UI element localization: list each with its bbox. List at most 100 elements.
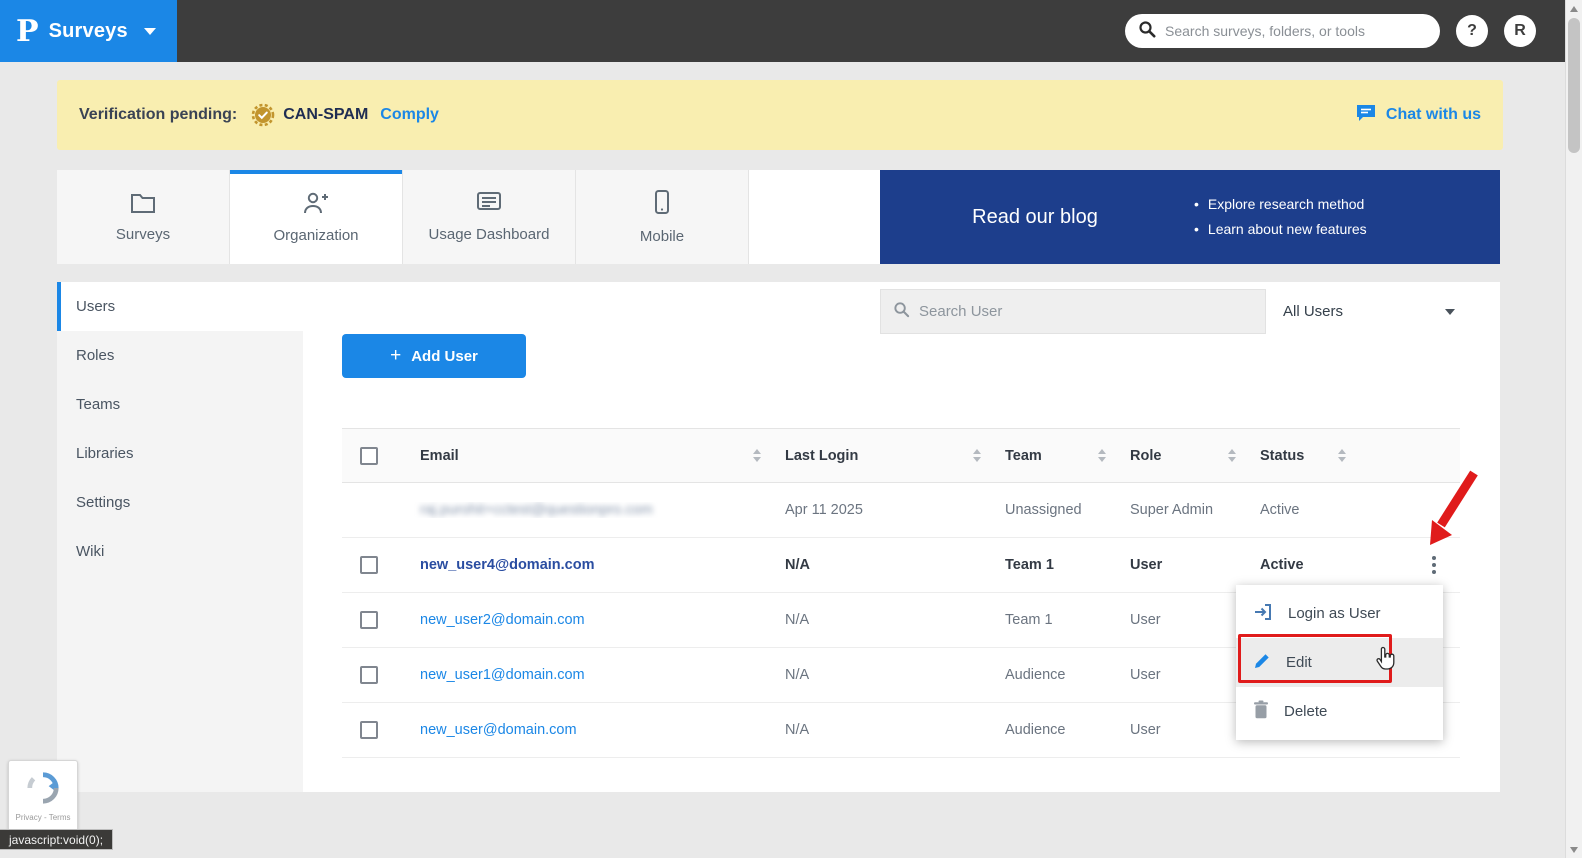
last-login-cell: N/A: [775, 557, 995, 573]
role-cell: User: [1120, 667, 1250, 683]
user-email-link[interactable]: new_user@domain.com: [420, 722, 577, 738]
sidebar-item-settings[interactable]: Settings: [57, 478, 303, 527]
menu-item-delete[interactable]: Delete: [1236, 687, 1443, 736]
product-switcher[interactable]: P Surveys: [0, 0, 177, 62]
blog-bullet: Learn about new features: [1194, 217, 1500, 242]
sidebar-item-teams[interactable]: Teams: [57, 380, 303, 429]
status-cell: Active: [1250, 502, 1360, 518]
chevron-down-icon: [1445, 309, 1455, 315]
column-header-role[interactable]: Role: [1120, 448, 1250, 464]
blog-title[interactable]: Read our blog: [880, 206, 1190, 229]
tab-label: Mobile: [640, 228, 684, 245]
dashboard-icon: [476, 191, 502, 217]
sidebar-item-libraries[interactable]: Libraries: [57, 429, 303, 478]
last-login-cell: Apr 11 2025: [775, 502, 995, 518]
sidebar-item-label: Libraries: [76, 445, 134, 462]
row-checkbox[interactable]: [360, 721, 378, 739]
select-all-checkbox[interactable]: [360, 447, 378, 465]
folder-icon: [130, 191, 156, 217]
tab-usage-dashboard[interactable]: Usage Dashboard: [403, 170, 576, 264]
last-login-cell: N/A: [775, 612, 995, 628]
column-header-email[interactable]: Email: [410, 448, 775, 464]
row-actions-kebab-icon[interactable]: [1428, 552, 1440, 578]
menu-item-label: Edit: [1286, 654, 1312, 671]
scroll-down-button[interactable]: [1566, 841, 1582, 858]
column-header-team[interactable]: Team: [995, 448, 1120, 464]
pencil-icon: [1253, 652, 1271, 674]
blog-bullet: Explore research method: [1194, 192, 1500, 217]
scroll-up-button[interactable]: [1566, 0, 1582, 17]
chat-with-us-button[interactable]: Chat with us: [1355, 103, 1481, 128]
help-button[interactable]: ?: [1456, 15, 1488, 47]
user-email-blurred[interactable]: raj.purohit+cctest@questionpro.com: [420, 502, 653, 518]
scrollbar-thumb[interactable]: [1568, 18, 1580, 153]
mobile-icon: [654, 190, 670, 219]
tab-surveys[interactable]: Surveys: [57, 170, 230, 264]
user-email-link[interactable]: new_user4@domain.com: [420, 557, 595, 573]
vertical-scrollbar[interactable]: [1565, 0, 1582, 858]
column-label: Email: [420, 448, 459, 464]
sort-icon[interactable]: [1098, 449, 1106, 462]
role-cell: User: [1120, 557, 1250, 573]
product-name: Surveys: [49, 20, 128, 43]
global-search-input[interactable]: [1165, 23, 1427, 39]
verification-banner: Verification pending: CAN-SPAM Comply Ch…: [57, 80, 1503, 150]
row-checkbox[interactable]: [360, 666, 378, 684]
column-label: Team: [1005, 448, 1042, 464]
sidebar-item-label: Roles: [76, 347, 114, 364]
sort-icon[interactable]: [1338, 449, 1346, 462]
user-email-link[interactable]: new_user1@domain.com: [420, 667, 585, 683]
tab-mobile[interactable]: Mobile: [576, 170, 749, 264]
blog-promo-panel[interactable]: Read our blog Explore research method Le…: [880, 170, 1500, 264]
tab-label: Organization: [273, 227, 358, 244]
last-login-cell: N/A: [775, 722, 995, 738]
sort-icon[interactable]: [973, 449, 981, 462]
recaptcha-badge[interactable]: Privacy - Terms: [8, 760, 78, 832]
team-cell: Team 1: [995, 557, 1120, 573]
arrow-up-icon: [1570, 6, 1578, 12]
arrow-down-icon: [1570, 847, 1578, 853]
sort-icon[interactable]: [1228, 449, 1236, 462]
person-add-icon: [302, 191, 330, 218]
user-search[interactable]: [880, 289, 1266, 334]
menu-item-login-as-user[interactable]: Login as User: [1236, 589, 1443, 638]
menu-item-label: Login as User: [1288, 605, 1381, 622]
column-label: Last Login: [785, 448, 858, 464]
org-sidebar: Users Roles Teams Libraries Settings Wik…: [57, 282, 303, 792]
user-email-link[interactable]: new_user2@domain.com: [420, 612, 585, 628]
user-filter-dropdown[interactable]: All Users: [1283, 289, 1463, 334]
user-search-input[interactable]: [919, 303, 1253, 320]
sidebar-item-users[interactable]: Users: [57, 282, 303, 331]
login-as-user-icon: [1253, 602, 1273, 626]
sidebar-item-label: Users: [76, 298, 115, 315]
team-cell: Team 1: [995, 612, 1120, 628]
role-cell: User: [1120, 722, 1250, 738]
avatar[interactable]: R: [1504, 15, 1536, 47]
column-label: Role: [1130, 448, 1161, 464]
tabs-spacer: [749, 170, 880, 264]
top-bar: P Surveys ? R: [0, 0, 1582, 62]
table-header-row: Email Last Login Team Role Status: [342, 428, 1460, 483]
role-cell: Super Admin: [1120, 502, 1250, 518]
blog-bullets: Explore research method Learn about new …: [1190, 192, 1500, 242]
add-user-button[interactable]: + Add User: [342, 334, 526, 378]
recaptcha-icon: [26, 771, 60, 810]
sidebar-item-roles[interactable]: Roles: [57, 331, 303, 380]
tab-organization[interactable]: Organization: [230, 170, 403, 264]
row-checkbox[interactable]: [360, 611, 378, 629]
column-header-status[interactable]: Status: [1250, 448, 1360, 464]
chat-label: Chat with us: [1386, 106, 1481, 124]
row-checkbox[interactable]: [360, 556, 378, 574]
plus-icon: +: [390, 345, 401, 367]
sort-icon[interactable]: [753, 449, 761, 462]
sidebar-item-wiki[interactable]: Wiki: [57, 527, 303, 576]
filter-value: All Users: [1283, 303, 1343, 320]
menu-item-edit[interactable]: Edit: [1236, 638, 1443, 687]
team-cell: Audience: [995, 722, 1120, 738]
certification-badge-icon: [251, 103, 275, 127]
browser-status-bubble: javascript:void(0);: [0, 829, 113, 850]
comply-link[interactable]: Comply: [380, 106, 439, 124]
column-header-last-login[interactable]: Last Login: [775, 448, 995, 464]
global-search[interactable]: [1125, 14, 1440, 48]
trash-icon: [1253, 700, 1269, 723]
